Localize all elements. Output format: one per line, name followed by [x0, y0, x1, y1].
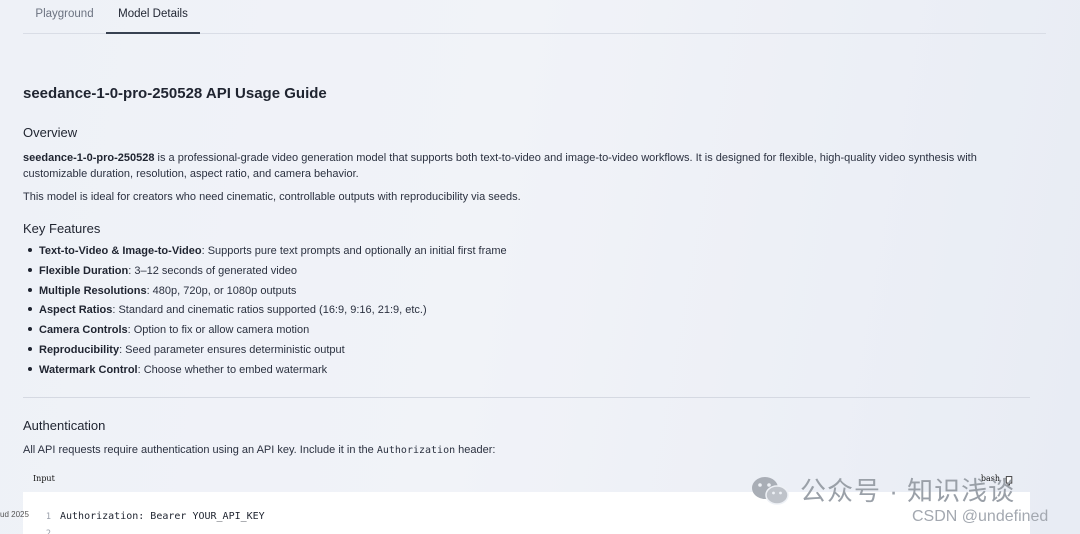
- code-input-label: Input: [33, 474, 55, 483]
- feature-label: Watermark Control: [39, 363, 138, 376]
- authentication-paragraph: All API requests require authentication …: [23, 442, 1023, 459]
- feature-text: : 3–12 seconds of generated video: [128, 264, 298, 277]
- watermark: 公众号 · 知识浅谈 CSDN @undefined: [750, 470, 1080, 534]
- list-item: Watermark Control: Choose whether to emb…: [23, 362, 507, 382]
- feature-text: : Supports pure text prompts and optiona…: [201, 245, 507, 257]
- feature-label: Multiple Resolutions: [39, 284, 147, 297]
- feature-label: Reproducibility: [39, 343, 120, 356]
- section-divider: [23, 397, 1030, 398]
- line-number: 2: [45, 529, 51, 534]
- wechat-logo-icon: [752, 477, 789, 505]
- watermark-csdn: CSDN @undefined: [912, 508, 1049, 525]
- key-features-heading: Key Features: [23, 221, 101, 236]
- list-item: Reproducibility: Seed parameter ensures …: [23, 342, 507, 362]
- list-item: Multiple Resolutions: 480p, 720p, or 108…: [23, 283, 507, 303]
- watermark-text: 公众号 · 知识浅谈: [800, 476, 1016, 506]
- inline-code-authorization: Authorization: [376, 445, 456, 456]
- code-text: Authorization: Bearer YOUR_API_KEY: [60, 511, 265, 522]
- feature-text: : Option to fix or allow camera motion: [127, 324, 310, 337]
- feature-label: Flexible Duration: [39, 264, 129, 277]
- list-item: Aspect Ratios: Standard and cinematic ra…: [23, 302, 507, 322]
- overview-description: is a professional-grade video generation…: [23, 152, 977, 180]
- list-item: Flexible Duration: 3–12 seconds of gener…: [23, 263, 507, 283]
- overview-paragraph-2: This model is ideal for creators who nee…: [23, 191, 521, 203]
- overview-heading: Overview: [23, 125, 78, 140]
- side-date-fragment: ud 2025: [0, 510, 29, 519]
- feature-text: : Standard and cinematic ratios supporte…: [112, 304, 427, 317]
- feature-text: : Choose whether to embed watermark: [137, 363, 328, 376]
- features-list: Text-to-Video & Image-to-Video: Supports…: [23, 243, 507, 382]
- line-number: 1: [45, 512, 51, 522]
- tab-playground[interactable]: Playground: [23, 0, 106, 34]
- feature-label: Text-to-Video & Image-to-Video: [39, 245, 202, 257]
- tab-bar: Playground Model Details: [23, 0, 1046, 34]
- authentication-heading: Authentication: [23, 418, 106, 433]
- feature-text: : 480p, 720p, or 1080p outputs: [146, 284, 297, 297]
- list-item: Text-to-Video & Image-to-Video: Supports…: [23, 243, 507, 263]
- feature-label: Camera Controls: [39, 324, 128, 337]
- auth-text-after: header:: [455, 444, 496, 456]
- model-name: seedance-1-0-pro-250528: [23, 152, 155, 164]
- tab-model-details[interactable]: Model Details: [106, 0, 200, 34]
- list-item: Camera Controls: Option to fix or allow …: [23, 322, 507, 342]
- feature-text: : Seed parameter ensures deterministic o…: [119, 343, 345, 356]
- feature-label: Aspect Ratios: [39, 304, 113, 317]
- overview-paragraph-1: seedance-1-0-pro-250528 is a professiona…: [23, 150, 1023, 182]
- auth-text-before: All API requests require authentication …: [23, 444, 377, 456]
- page-title: seedance-1-0-pro-250528 API Usage Guide: [23, 85, 327, 102]
